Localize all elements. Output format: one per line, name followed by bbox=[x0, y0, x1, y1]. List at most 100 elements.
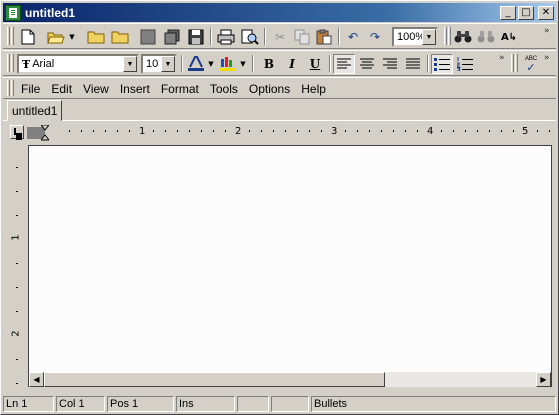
toolbar-grip[interactable] bbox=[444, 27, 447, 45]
menu-insert[interactable]: Insert bbox=[115, 82, 156, 96]
numbering-button[interactable] bbox=[454, 54, 476, 74]
align-right-button[interactable] bbox=[379, 54, 401, 74]
toolbar-grip[interactable] bbox=[11, 27, 14, 45]
toolbar-overflow-chevron-icon[interactable]: » bbox=[544, 53, 550, 63]
standard-toolbar: ▼ ✂ ↶ ↷ 100% ▼ A↳ » bbox=[3, 23, 556, 49]
new-document-icon bbox=[21, 29, 35, 45]
ruler-tick bbox=[16, 167, 18, 168]
horizontal-scrollbar[interactable]: ◀ ▶ bbox=[29, 372, 551, 387]
ruler-tick bbox=[81, 130, 82, 132]
vertical-ruler[interactable]: 1 2 bbox=[9, 145, 25, 385]
horizontal-ruler[interactable]: 1 2 3 4 5 bbox=[27, 125, 554, 141]
open-folder-button[interactable] bbox=[85, 27, 107, 47]
print-preview-button[interactable] bbox=[239, 27, 261, 47]
menu-tools[interactable]: Tools bbox=[205, 82, 244, 96]
font-color-dropdown[interactable]: ▼ bbox=[207, 54, 215, 74]
font-size-combo[interactable]: 10 ▼ bbox=[141, 54, 177, 74]
status-column: Col 1 bbox=[56, 396, 105, 412]
zoom-combo[interactable]: 100% ▼ bbox=[392, 27, 438, 47]
chevron-down-icon[interactable]: ▼ bbox=[422, 29, 436, 45]
ruler-tick bbox=[297, 130, 298, 132]
cut-button[interactable]: ✂ bbox=[269, 27, 291, 47]
align-center-icon bbox=[360, 58, 374, 69]
toolbar-grip[interactable] bbox=[11, 54, 14, 72]
menu-file[interactable]: File bbox=[16, 82, 46, 96]
menu-help[interactable]: Help bbox=[296, 82, 332, 96]
ruler-tick bbox=[93, 130, 94, 132]
underline-button[interactable]: U bbox=[304, 54, 326, 74]
ruler-tick bbox=[129, 130, 130, 132]
scroll-left-button[interactable]: ◀ bbox=[29, 372, 44, 387]
save-button[interactable] bbox=[185, 27, 207, 47]
ruler-tick bbox=[16, 191, 18, 192]
bullets-button[interactable] bbox=[431, 54, 453, 74]
replace-icon: A↳ bbox=[500, 31, 518, 43]
ruler-tick bbox=[417, 130, 418, 132]
align-center-button[interactable] bbox=[356, 54, 378, 74]
chevron-down-icon[interactable]: ▼ bbox=[161, 56, 175, 72]
redo-button[interactable]: ↷ bbox=[365, 27, 385, 47]
document-editor[interactable] bbox=[28, 145, 552, 387]
tab-stop-selector[interactable] bbox=[10, 125, 24, 139]
tab-untitled1[interactable]: untitled1 bbox=[7, 100, 62, 121]
menu-options[interactable]: Options bbox=[244, 82, 296, 96]
paste-clipboard-icon bbox=[316, 29, 332, 45]
checkmark-icon: ✓ bbox=[526, 61, 536, 74]
toolbar-overflow-chevron-icon[interactable]: » bbox=[544, 26, 550, 36]
open-dropdown-button[interactable]: ▼ bbox=[67, 27, 77, 47]
italic-button[interactable]: I bbox=[281, 54, 303, 74]
font-name-value: Arial bbox=[32, 58, 55, 70]
close-button[interactable]: ✕ bbox=[538, 5, 554, 20]
printer-icon bbox=[217, 29, 235, 45]
toolbar-overflow-chevron-icon[interactable]: » bbox=[499, 53, 505, 63]
highlight-color-dropdown[interactable]: ▼ bbox=[239, 54, 247, 74]
open-recent-button[interactable] bbox=[109, 27, 131, 47]
toolbar-grip[interactable] bbox=[515, 54, 518, 72]
app-document-icon[interactable] bbox=[5, 4, 21, 21]
zoom-value: 100% bbox=[397, 31, 426, 43]
ruler-tick bbox=[213, 130, 214, 132]
arrow-left-icon: ◀ bbox=[33, 375, 40, 384]
font-name-combo[interactable]: Ŧ Arial ▼ bbox=[17, 54, 139, 74]
align-left-button[interactable] bbox=[333, 54, 355, 74]
spell-check-button[interactable]: ABC ✓ bbox=[520, 54, 542, 74]
status-position: Pos 1 bbox=[107, 396, 174, 412]
menu-format[interactable]: Format bbox=[156, 82, 205, 96]
ruler-number: 2 bbox=[235, 126, 242, 137]
find-button[interactable] bbox=[452, 27, 474, 47]
print-button[interactable] bbox=[215, 27, 237, 47]
replace-button[interactable]: A↳ bbox=[498, 27, 520, 47]
toolbar-grip[interactable] bbox=[448, 27, 451, 45]
ruler-number: 4 bbox=[427, 126, 434, 137]
font-color-button[interactable] bbox=[185, 54, 207, 74]
save-all-button[interactable] bbox=[161, 27, 183, 47]
toolbar-grip[interactable] bbox=[511, 54, 514, 72]
title-bar[interactable]: untitled1 _ □ ✕ bbox=[3, 3, 556, 22]
align-left-icon bbox=[337, 58, 351, 69]
find-next-button[interactable] bbox=[475, 27, 497, 47]
align-right-icon bbox=[383, 58, 397, 69]
chevron-down-icon[interactable]: ▼ bbox=[123, 56, 137, 72]
open-button[interactable] bbox=[45, 27, 67, 47]
justify-button[interactable] bbox=[402, 54, 424, 74]
paste-button[interactable] bbox=[313, 27, 335, 47]
bold-button[interactable]: B bbox=[258, 54, 280, 74]
scroll-right-button[interactable]: ▶ bbox=[536, 372, 551, 387]
scroll-thumb[interactable] bbox=[44, 372, 385, 387]
maximize-button[interactable]: □ bbox=[518, 5, 534, 20]
undo-button[interactable]: ↶ bbox=[343, 27, 363, 47]
highlight-color-button[interactable] bbox=[217, 54, 239, 74]
ruler-tick bbox=[477, 130, 478, 132]
indent-marker-icon[interactable] bbox=[41, 125, 49, 141]
toolbar-grip[interactable] bbox=[7, 27, 10, 45]
ruler-tick bbox=[189, 130, 190, 132]
menu-view[interactable]: View bbox=[78, 82, 115, 96]
minimize-button[interactable]: _ bbox=[500, 5, 516, 20]
close-document-button[interactable] bbox=[137, 27, 159, 47]
menu-grip[interactable] bbox=[11, 80, 14, 96]
menu-grip[interactable] bbox=[7, 80, 10, 96]
copy-button[interactable] bbox=[291, 27, 313, 47]
new-document-button[interactable] bbox=[17, 27, 39, 47]
menu-edit[interactable]: Edit bbox=[46, 82, 78, 96]
toolbar-grip[interactable] bbox=[7, 54, 10, 72]
